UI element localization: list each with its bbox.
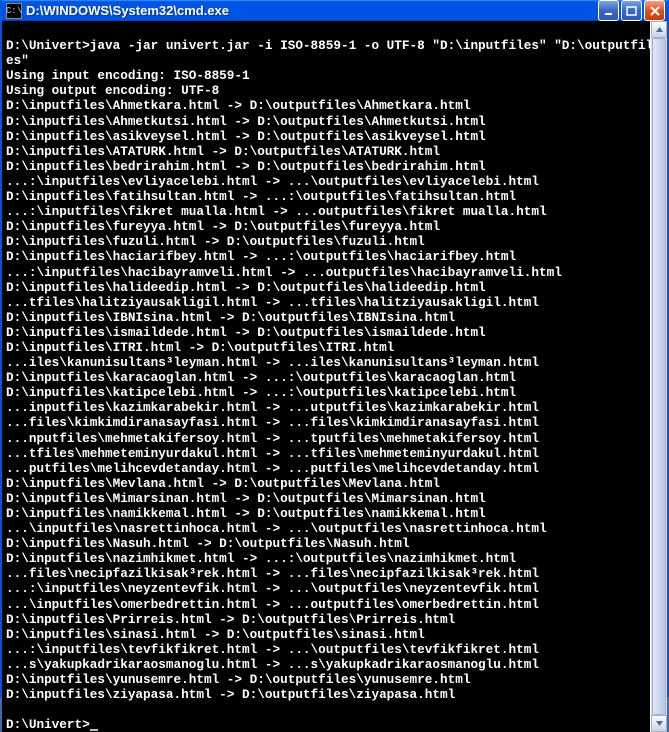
terminal-line: D:\inputfiles\katipcelebi.html -> ...:\o…: [6, 385, 650, 400]
close-button[interactable]: [644, 0, 665, 21]
terminal-line: D:\Univert>java -jar univert.jar -i ISO-…: [6, 38, 650, 53]
cmd-icon: C:\: [6, 3, 22, 19]
terminal-line: D:\inputfiles\Nasuh.html -> D:\outputfil…: [6, 536, 650, 551]
terminal-prompt[interactable]: D:\Univert>: [6, 717, 650, 732]
scroll-track[interactable]: [651, 38, 667, 715]
maximize-button[interactable]: [621, 0, 642, 21]
terminal-line: D:\inputfiles\fuzuli.html -> D:\outputfi…: [6, 234, 650, 249]
terminal-line: ...:\inputfiles\fikret mualla.html -> ..…: [6, 204, 650, 219]
terminal-line: D:\inputfiles\sinasi.html -> D:\outputfi…: [6, 627, 650, 642]
terminal-line: D:\inputfiles\Mevlana.html -> D:\outputf…: [6, 476, 650, 491]
terminal-line: ...\inputfiles\nasrettinhoca.html -> ...…: [6, 521, 650, 536]
terminal-line: [6, 23, 650, 38]
terminal-line: D:\inputfiles\Mimarsinan.html -> D:\outp…: [6, 491, 650, 506]
terminal-line: ...inputfiles\kazimkarabekir.html -> ...…: [6, 400, 650, 415]
terminal-line: D:\inputfiles\ziyapasa.html -> D:\output…: [6, 687, 650, 702]
terminal-line: Using output encoding: UTF-8: [6, 83, 650, 98]
terminal-line: D:\inputfiles\fureyya.html -> D:\outputf…: [6, 219, 650, 234]
terminal-line: D:\inputfiles\fatihsultan.html -> ...:\o…: [6, 189, 650, 204]
terminal-line: ...\inputfiles\omerbedrettin.html -> ...…: [6, 597, 650, 612]
terminal-line: D:\inputfiles\namikkemal.html -> D:\outp…: [6, 506, 650, 521]
terminal-line: ...tfiles\halitziyausakligil.html -> ...…: [6, 295, 650, 310]
terminal-line: ...nputfiles\mehmetakifersoy.html -> ...…: [6, 431, 650, 446]
window-title: D:\WINDOWS\System32\cmd.exe: [26, 3, 598, 18]
terminal-line: D:\inputfiles\haciarifbey.html -> ...:\o…: [6, 249, 650, 264]
terminal-line: ...s\yakupkadrikaraosmanoglu.html -> ...…: [6, 657, 650, 672]
window-controls: [598, 0, 665, 21]
terminal-line: D:\inputfiles\ATATURK.html -> D:\outputf…: [6, 144, 650, 159]
terminal-line: D:\inputfiles\ITRI.html -> D:\outputfile…: [6, 340, 650, 355]
terminal-line: ...tfiles\mehmeteminyurdakul.html -> ...…: [6, 446, 650, 461]
minimize-button[interactable]: [598, 0, 619, 21]
content-area: D:\Univert>java -jar univert.jar -i ISO-…: [2, 21, 667, 732]
vertical-scrollbar[interactable]: [650, 21, 667, 732]
terminal-line: ...:\inputfiles\neyzentevfik.html -> ...…: [6, 581, 650, 596]
scroll-thumb[interactable]: [652, 38, 666, 715]
terminal-line: ...files\necipfazilkisak³rek.html -> ...…: [6, 566, 650, 581]
terminal-line: D:\inputfiles\yunusemre.html -> D:\outpu…: [6, 672, 650, 687]
terminal-line: D:\inputfiles\Ahmetkutsi.html -> D:\outp…: [6, 114, 650, 129]
terminal-line: D:\inputfiles\karacaoglan.html -> ...:\o…: [6, 370, 650, 385]
scroll-up-button[interactable]: [651, 21, 667, 38]
terminal-line: Using input encoding: ISO-8859-1: [6, 68, 650, 83]
terminal-line: D:\inputfiles\asikveysel.html -> D:\outp…: [6, 129, 650, 144]
terminal-line: ...:\inputfiles\evliyacelebi.html -> ...…: [6, 174, 650, 189]
terminal-line: D:\inputfiles\Ahmetkara.html -> D:\outpu…: [6, 98, 650, 113]
terminal-line: ...:\inputfiles\hacibayramveli.html -> .…: [6, 265, 650, 280]
terminal-line: ...files\kimkimdiranasayfasi.html -> ...…: [6, 415, 650, 430]
scroll-down-button[interactable]: [651, 715, 667, 732]
terminal-line: D:\inputfiles\Prirreis.html -> D:\output…: [6, 612, 650, 627]
terminal-output[interactable]: D:\Univert>java -jar univert.jar -i ISO-…: [2, 21, 650, 732]
terminal-line: D:\inputfiles\ismaildede.html -> D:\outp…: [6, 325, 650, 340]
terminal-line: [6, 702, 650, 717]
terminal-line: ...putfiles\melihcevdetanday.html -> ...…: [6, 461, 650, 476]
terminal-line: D:\inputfiles\bedrirahim.html -> D:\outp…: [6, 159, 650, 174]
cmd-window: C:\ D:\WINDOWS\System32\cmd.exe D:\Unive…: [0, 0, 669, 697]
terminal-line: es": [6, 53, 650, 68]
terminal-line: D:\inputfiles\halideedip.html -> D:\outp…: [6, 280, 650, 295]
terminal-line: D:\inputfiles\nazimhikmet.html -> ...:\o…: [6, 551, 650, 566]
terminal-line: D:\inputfiles\IBNIsina.html -> D:\output…: [6, 310, 650, 325]
terminal-line: ...iles\kanunisultans³leyman.html -> ...…: [6, 355, 650, 370]
cursor: [90, 729, 98, 731]
terminal-line: ...:\inputfiles\tevfikfikret.html -> ...…: [6, 642, 650, 657]
titlebar[interactable]: C:\ D:\WINDOWS\System32\cmd.exe: [2, 0, 667, 21]
